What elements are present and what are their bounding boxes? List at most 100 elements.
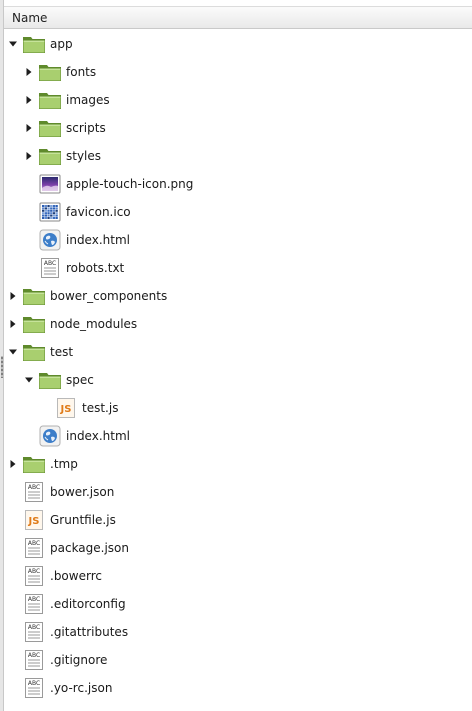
expand-arrow-right-icon[interactable] xyxy=(23,94,35,106)
folder-icon xyxy=(22,32,46,56)
svg-text:ABC: ABC xyxy=(28,624,40,631)
folder-icon xyxy=(38,88,62,112)
tree-item-label: .tmp xyxy=(50,457,78,471)
svg-text:ABC: ABC xyxy=(28,540,40,547)
text-file-icon: ABC xyxy=(22,648,46,672)
text-file-icon: ABC xyxy=(22,592,46,616)
tree-folder-row[interactable]: node_modules xyxy=(4,310,472,338)
tree-item-label: Gruntfile.js xyxy=(50,513,116,527)
tree-row-content: JS test.js xyxy=(39,394,118,422)
tree-row-content: images xyxy=(23,86,110,114)
tree-item-label: package.json xyxy=(50,541,130,555)
expand-arrow-right-icon[interactable] xyxy=(23,150,35,162)
tree-file-row[interactable]: ABC .gitignore xyxy=(4,646,472,674)
tree-item-label: robots.txt xyxy=(66,261,125,275)
grip-dots xyxy=(1,356,3,378)
tree-item-label: index.html xyxy=(66,233,130,247)
tree-file-row[interactable]: index.html xyxy=(4,422,472,450)
text-file-icon: ABC xyxy=(22,676,46,700)
tree-folder-row[interactable]: fonts xyxy=(4,58,472,86)
tree-item-label: .bowerrc xyxy=(50,569,102,583)
text-file-icon: ABC xyxy=(22,564,46,588)
tree-row-content: ABC package.json xyxy=(7,534,129,562)
tree-item-label: test.js xyxy=(82,401,119,415)
tree-row-content: .tmp xyxy=(7,450,78,478)
expand-arrow-down-icon[interactable] xyxy=(7,346,19,358)
folder-icon xyxy=(38,368,62,392)
tree-folder-row[interactable]: app xyxy=(4,30,472,58)
expand-arrow-down-icon[interactable] xyxy=(7,38,19,50)
tree-file-row[interactable]: ABC .gitattributes xyxy=(4,618,472,646)
tree-file-row[interactable]: index.html xyxy=(4,226,472,254)
tree-row-content: ABC .bowerrc xyxy=(7,562,102,590)
tree-item-label: .gitignore xyxy=(50,653,108,667)
tree-folder-row[interactable]: .tmp xyxy=(4,450,472,478)
tree-row-content: ABC .yo-rc.json xyxy=(7,674,112,702)
tree-file-row[interactable]: ABC package.json xyxy=(4,534,472,562)
tree-folder-row[interactable]: images xyxy=(4,86,472,114)
tree-file-row[interactable]: ABC robots.txt xyxy=(4,254,472,282)
tree-row-content: test xyxy=(7,338,73,366)
tree-folder-row[interactable]: styles xyxy=(4,142,472,170)
tree-item-label: .gitattributes xyxy=(50,625,129,639)
tree-item-label: bower.json xyxy=(50,485,115,499)
tree-item-label: app xyxy=(50,37,73,51)
svg-text:ABC: ABC xyxy=(44,260,56,267)
tree-item-label: spec xyxy=(66,373,94,387)
tree-file-row[interactable]: JS test.js xyxy=(4,394,472,422)
tree-file-row[interactable]: apple-touch-icon.png xyxy=(4,170,472,198)
html-globe-icon xyxy=(38,424,62,448)
tree-item-label: index.html xyxy=(66,429,130,443)
tree-item-label: .editorconfig xyxy=(50,597,126,611)
folder-icon xyxy=(22,284,46,308)
column-header-name[interactable]: Name xyxy=(4,6,472,29)
tree-item-label: bower_components xyxy=(50,289,168,303)
tree-folder-row[interactable]: scripts xyxy=(4,114,472,142)
tree-file-row[interactable]: JS Gruntfile.js xyxy=(4,506,472,534)
tree-row-content: scripts xyxy=(23,114,106,142)
js-file-icon: JS xyxy=(22,508,46,532)
tree-file-row[interactable]: ABC .editorconfig xyxy=(4,590,472,618)
folder-icon xyxy=(22,340,46,364)
expand-arrow-right-icon[interactable] xyxy=(7,318,19,330)
expand-arrow-right-icon[interactable] xyxy=(7,290,19,302)
tree-row-content: node_modules xyxy=(7,310,137,338)
html-globe-icon xyxy=(38,228,62,252)
tree-row-content: spec xyxy=(23,366,94,394)
svg-text:ABC: ABC xyxy=(28,568,40,575)
text-file-icon: ABC xyxy=(38,256,62,280)
tree-folder-row[interactable]: spec xyxy=(4,366,472,394)
text-file-icon: ABC xyxy=(22,620,46,644)
folder-icon xyxy=(22,452,46,476)
js-file-icon: JS xyxy=(54,396,78,420)
svg-text:ABC: ABC xyxy=(28,652,40,659)
file-tree: app fonts images scripts styles apple-touch-i… xyxy=(4,30,472,702)
tree-file-row[interactable]: favicon.ico xyxy=(4,198,472,226)
tree-row-content: styles xyxy=(23,142,101,170)
tree-item-label: .yo-rc.json xyxy=(50,681,113,695)
tree-folder-row[interactable]: test xyxy=(4,338,472,366)
file-tree-panel: Name app fonts images scripts styles apple-to… xyxy=(0,0,472,711)
tree-row-content: bower_components xyxy=(7,282,167,310)
tree-item-label: node_modules xyxy=(50,317,138,331)
tree-file-row[interactable]: ABC .yo-rc.json xyxy=(4,674,472,702)
tree-file-row[interactable]: ABC bower.json xyxy=(4,478,472,506)
tree-file-row[interactable]: ABC .bowerrc xyxy=(4,562,472,590)
tree-folder-row[interactable]: bower_components xyxy=(4,282,472,310)
tree-row-content: ABC bower.json xyxy=(7,478,114,506)
text-file-icon: ABC xyxy=(22,536,46,560)
expand-arrow-right-icon[interactable] xyxy=(23,66,35,78)
folder-icon xyxy=(38,144,62,168)
expand-arrow-right-icon[interactable] xyxy=(23,122,35,134)
tree-item-label: images xyxy=(66,93,110,107)
expand-arrow-right-icon[interactable] xyxy=(7,458,19,470)
svg-text:JS: JS xyxy=(28,516,40,527)
column-header-label: Name xyxy=(12,11,48,25)
expand-arrow-down-icon[interactable] xyxy=(23,374,35,386)
tree-item-label: scripts xyxy=(66,121,106,135)
tree-item-label: favicon.ico xyxy=(66,205,131,219)
tree-row-content: JS Gruntfile.js xyxy=(7,506,116,534)
tree-row-content: ABC robots.txt xyxy=(23,254,124,282)
tree-item-label: apple-touch-icon.png xyxy=(66,177,194,191)
svg-text:JS: JS xyxy=(60,404,72,415)
